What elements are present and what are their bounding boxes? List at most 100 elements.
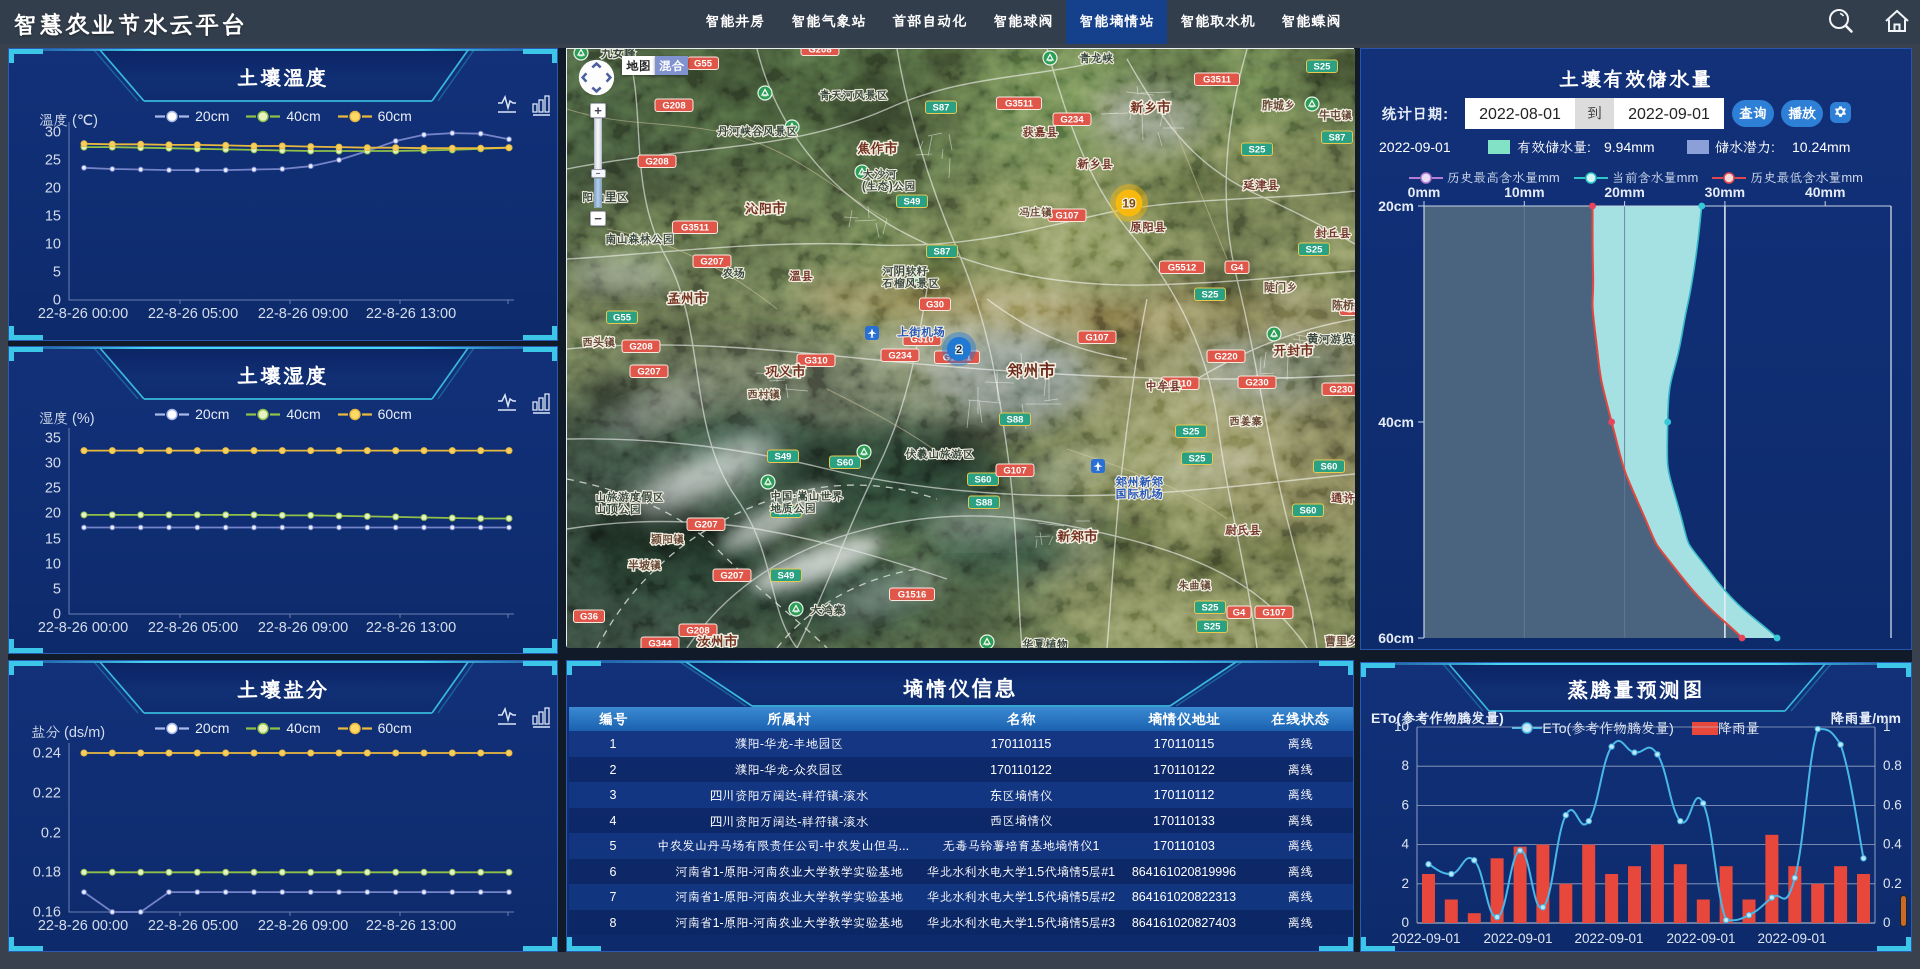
- svg-text:黄河游览区: 黄河游览区: [1307, 332, 1355, 347]
- svg-text:S49: S49: [778, 571, 795, 582]
- svg-text:农场: 农场: [722, 266, 745, 281]
- svg-text:S87: S87: [1329, 133, 1346, 144]
- svg-text:22-8-26 09:00: 22-8-26 09:00: [258, 918, 348, 934]
- svg-text:G55: G55: [694, 59, 713, 70]
- svg-text:陈桥镇: 陈桥镇: [1332, 298, 1355, 313]
- svg-text:通许县: 通许县: [1331, 491, 1355, 506]
- svg-text:G107: G107: [1085, 333, 1108, 344]
- svg-text:1: 1: [1883, 719, 1891, 734]
- svg-text:35: 35: [45, 431, 61, 447]
- svg-text:40cm: 40cm: [1378, 413, 1414, 431]
- svg-text:曹里乡: 曹里乡: [1325, 634, 1355, 648]
- svg-text:G3511: G3511: [681, 223, 710, 234]
- svg-text:G4: G4: [1231, 263, 1244, 274]
- svg-text:G344: G344: [648, 639, 672, 649]
- svg-text:G234: G234: [888, 351, 912, 362]
- svg-text:0.4: 0.4: [1883, 837, 1902, 852]
- svg-text:S25: S25: [1202, 603, 1220, 614]
- svg-text:新乡市: 新乡市: [1130, 98, 1171, 116]
- svg-text:石榴风景区: 石榴风景区: [882, 276, 940, 291]
- svg-text:G230: G230: [1245, 378, 1268, 389]
- svg-text:30mm: 30mm: [1705, 183, 1745, 201]
- svg-text:温县: 温县: [789, 269, 813, 284]
- svg-text:2022-09-01: 2022-09-01: [1391, 931, 1460, 946]
- svg-text:G3511: G3511: [1203, 75, 1232, 86]
- svg-text:S49: S49: [775, 452, 792, 463]
- svg-text:22-8-26 05:00: 22-8-26 05:00: [148, 918, 238, 934]
- svg-text:0.22: 0.22: [33, 786, 61, 802]
- svg-text:22-8-26 13:00: 22-8-26 13:00: [366, 620, 456, 636]
- svg-text:郑州市: 郑州市: [1007, 359, 1055, 381]
- svg-text:S25: S25: [1202, 290, 1220, 301]
- svg-text:G36: G36: [580, 612, 598, 623]
- svg-text:沁阳市: 沁阳市: [744, 199, 786, 217]
- svg-text:5: 5: [53, 582, 61, 598]
- svg-text:牛屯镇: 牛屯镇: [1319, 108, 1352, 123]
- svg-text:0.2: 0.2: [1883, 876, 1902, 891]
- svg-text:22-8-26 09:00: 22-8-26 09:00: [258, 306, 348, 322]
- svg-text:2022-09-01: 2022-09-01: [1757, 931, 1826, 946]
- svg-text:焦作市: 焦作市: [857, 139, 898, 157]
- svg-text:上街机场: 上街机场: [897, 325, 945, 340]
- svg-text:10: 10: [45, 557, 61, 573]
- svg-text:S60: S60: [1300, 506, 1317, 517]
- svg-text:2: 2: [956, 344, 962, 356]
- svg-text:地质公园: 地质公园: [770, 501, 816, 516]
- svg-text:G208: G208: [629, 342, 652, 353]
- svg-text:20: 20: [45, 506, 61, 522]
- svg-text:西村镇: 西村镇: [747, 388, 780, 402]
- svg-text:S49: S49: [904, 197, 921, 208]
- svg-text:G5512: G5512: [1168, 263, 1197, 274]
- svg-text:S25: S25: [1204, 622, 1222, 633]
- svg-text:封丘县: 封丘县: [1315, 226, 1351, 241]
- svg-text:G1516: G1516: [898, 590, 927, 601]
- svg-text:20: 20: [45, 181, 61, 197]
- svg-text:西姜寨: 西姜寨: [1229, 415, 1262, 429]
- svg-text:22-8-26 00:00: 22-8-26 00:00: [38, 620, 128, 636]
- svg-text:10: 10: [45, 237, 61, 253]
- svg-text:S60: S60: [975, 475, 992, 486]
- svg-text:2: 2: [1401, 876, 1409, 891]
- svg-text:青天河风景区: 青天河风景区: [819, 88, 888, 103]
- svg-text:40mm: 40mm: [1805, 183, 1845, 201]
- svg-text:南山森林公园: 南山森林公园: [605, 232, 674, 247]
- svg-text:S25: S25: [1189, 454, 1207, 465]
- svg-text:半坡镇: 半坡镇: [628, 558, 661, 573]
- svg-text:22-8-26 00:00: 22-8-26 00:00: [38, 918, 128, 934]
- svg-text:S25: S25: [1314, 62, 1332, 73]
- svg-text:G220: G220: [1214, 352, 1237, 363]
- svg-text:(生态)公园: (生态)公园: [862, 179, 916, 194]
- svg-text:G30: G30: [926, 300, 944, 311]
- svg-text:22-8-26 05:00: 22-8-26 05:00: [148, 620, 238, 636]
- svg-text:尉氏县: 尉氏县: [1224, 523, 1261, 538]
- svg-text:G107: G107: [1262, 608, 1285, 619]
- svg-text:G234: G234: [1060, 115, 1084, 126]
- svg-text:15: 15: [45, 532, 61, 548]
- svg-text:山顶公园: 山顶公园: [595, 502, 641, 517]
- svg-text:G207: G207: [700, 257, 723, 268]
- svg-text:G207: G207: [720, 571, 743, 582]
- svg-text:22-8-26 13:00: 22-8-26 13:00: [366, 306, 456, 322]
- svg-text:19: 19: [1122, 197, 1136, 211]
- svg-text:S87: S87: [934, 247, 951, 258]
- svg-text:S88: S88: [976, 498, 993, 509]
- svg-text:汝州市: 汝州市: [697, 632, 738, 648]
- svg-text:2022-09-01: 2022-09-01: [1574, 931, 1643, 946]
- svg-text:G3511: G3511: [1005, 99, 1034, 110]
- svg-text:20mm: 20mm: [1604, 183, 1644, 201]
- svg-text:6: 6: [1401, 797, 1409, 812]
- svg-text:30: 30: [45, 125, 61, 141]
- svg-text:华夏植物: 华夏植物: [1022, 637, 1068, 648]
- svg-text:西头镇: 西头镇: [582, 335, 615, 350]
- svg-text:0.8: 0.8: [1883, 758, 1902, 773]
- svg-text:G207: G207: [694, 520, 717, 531]
- svg-text:0.24: 0.24: [33, 746, 61, 762]
- svg-text:大鸿寨: 大鸿寨: [809, 603, 845, 618]
- svg-text:新乡县: 新乡县: [1077, 157, 1113, 172]
- svg-text:S60: S60: [1321, 462, 1338, 473]
- svg-text:新郑市: 新郑市: [1057, 527, 1098, 545]
- svg-text:获嘉县: 获嘉县: [1022, 125, 1058, 140]
- svg-text:2022-09-01: 2022-09-01: [1483, 931, 1552, 946]
- svg-text:60cm: 60cm: [1378, 629, 1414, 647]
- svg-text:G107: G107: [1055, 211, 1078, 222]
